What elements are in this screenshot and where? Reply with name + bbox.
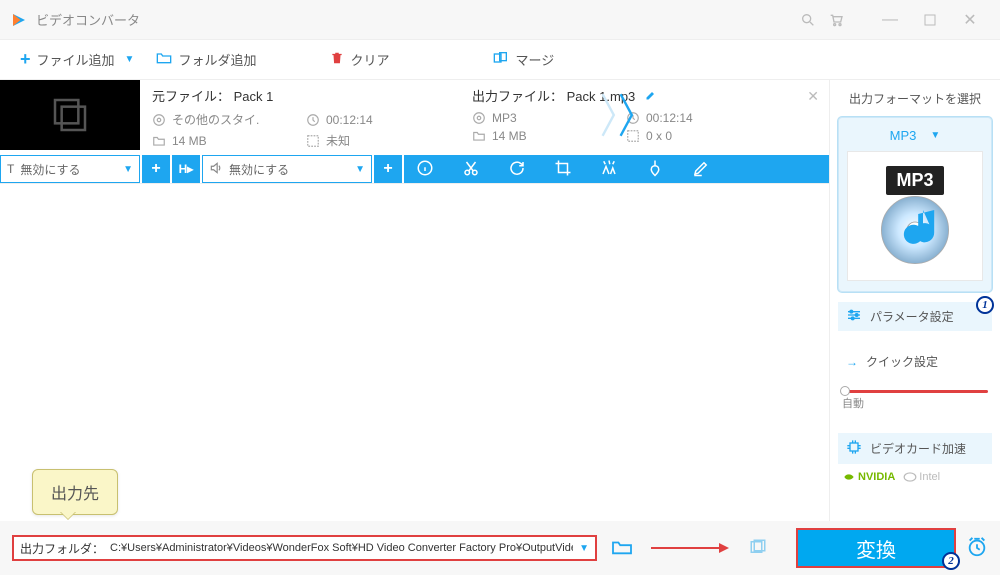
output-size: 14 MB <box>472 129 614 143</box>
file-item: ✕ 元ファイル： Pack 1 その他のスタイ. 00:12:14 14 MB <box>0 80 829 184</box>
close-button[interactable]: ✕ <box>950 0 990 40</box>
output-duration: 00:12:14 <box>626 111 768 125</box>
format-name: MP3 <box>890 128 917 143</box>
gpu-accel-label: ビデオカード加速 <box>870 440 966 457</box>
source-size: 14 MB <box>152 132 294 149</box>
cart-icon[interactable] <box>822 6 850 34</box>
audio-track-value: 無効にする <box>229 161 289 178</box>
format-thumbnail: MP3 <box>847 151 983 281</box>
output-format: MP3 <box>472 111 614 125</box>
maximize-button[interactable] <box>910 0 950 40</box>
watermark-icon[interactable] <box>646 159 664 180</box>
add-file-label: ファイル追加 <box>37 50 115 69</box>
app-logo <box>10 11 28 29</box>
cut-icon[interactable] <box>462 159 480 180</box>
minimize-button[interactable]: — <box>870 0 910 40</box>
chevron-down-icon: ▼ <box>123 164 133 175</box>
open-folder-button[interactable] <box>611 538 633 559</box>
subtitle-dropdown[interactable]: T 無効にする ▼ <box>0 155 140 183</box>
nvidia-logo: NVIDIA <box>842 470 895 484</box>
add-folder-label: フォルダ追加 <box>178 50 256 69</box>
source-duration: 00:12:14 <box>306 111 448 128</box>
add-audio-button[interactable]: + <box>374 155 402 183</box>
intel-logo: Intel <box>903 470 940 484</box>
output-folder-label: 出力フォルダ： <box>20 540 104 557</box>
chevron-down-icon: ▼ <box>930 130 940 141</box>
edit-output-name-icon[interactable] <box>645 89 657 104</box>
source-resolution: 未知 <box>306 132 448 149</box>
chevron-down-icon: ▼ <box>355 164 365 175</box>
folder-icon <box>156 51 172 68</box>
output-format-selector[interactable]: MP3 ▼ MP3 <box>838 117 992 292</box>
convert-label: 変換 <box>856 534 896 563</box>
rotate-icon[interactable] <box>508 159 526 180</box>
conversion-arrow <box>600 82 636 147</box>
clear-button[interactable]: クリア <box>330 50 389 69</box>
subtitle-value: 無効にする <box>20 161 80 178</box>
speaker-icon <box>209 161 223 178</box>
merge-icon <box>493 51 509 68</box>
slider-label: 自動 <box>842 395 988 411</box>
quick-settings-button[interactable]: → クイック設定 <box>838 347 992 376</box>
file-thumbnail[interactable] <box>0 80 140 150</box>
chip-icon <box>846 439 862 458</box>
param-setting-label: パラメータ設定 <box>870 308 954 325</box>
add-file-button[interactable]: + ファイル追加 <box>20 49 115 70</box>
merge-label: マージ <box>515 50 554 69</box>
annotation-1: 1 <box>976 296 994 314</box>
output-folder-path: C:¥Users¥Administrator¥Videos¥WonderFox … <box>110 542 573 554</box>
chevron-down-icon[interactable]: ▼ <box>579 543 589 554</box>
convert-button[interactable]: 変換 2 <box>796 528 956 568</box>
output-callout: 出力先 <box>32 469 118 515</box>
merge-button[interactable]: マージ <box>493 50 554 69</box>
schedule-icon[interactable] <box>966 536 988 561</box>
output-resolution: 0 x 0 <box>626 129 768 143</box>
format-header: 出力フォーマットを選択 <box>838 90 992 107</box>
info-icon[interactable] <box>416 159 434 180</box>
search-icon[interactable] <box>794 6 822 34</box>
add-subtitle-button[interactable]: + <box>142 155 170 183</box>
crop-icon[interactable] <box>554 159 572 180</box>
output-settings-icon[interactable] <box>749 538 767 559</box>
gpu-accel-toggle[interactable]: ビデオカード加速 <box>838 433 992 464</box>
quality-slider[interactable] <box>842 390 988 393</box>
output-folder-box[interactable]: 出力フォルダ： C:¥Users¥Administrator¥Videos¥Wo… <box>12 535 597 561</box>
source-format: その他のスタイ. <box>152 111 294 128</box>
add-folder-button[interactable]: フォルダ追加 <box>156 50 256 69</box>
clear-label: クリア <box>350 50 389 69</box>
quick-setting-label: クイック設定 <box>866 353 938 370</box>
text-icon: T <box>7 162 14 176</box>
sliders-icon <box>846 308 862 325</box>
arrow-right-icon: → <box>846 355 858 369</box>
add-file-dropdown[interactable]: ▼ <box>125 54 135 65</box>
hardsubtitle-button[interactable]: H▸ <box>172 155 200 183</box>
annotation-2: 2 <box>942 552 960 570</box>
parameter-settings-button[interactable]: パラメータ設定 1 <box>838 302 992 331</box>
source-file-title: 元ファイル： Pack 1 <box>152 86 448 107</box>
window-title: ビデオコンバータ <box>36 10 794 29</box>
edit-icon[interactable] <box>692 159 710 180</box>
red-arrow <box>651 541 731 555</box>
audio-track-dropdown[interactable]: 無効にする ▼ <box>202 155 372 183</box>
plus-icon: + <box>20 49 31 70</box>
trash-icon <box>330 50 344 69</box>
effects-icon[interactable] <box>600 159 618 180</box>
